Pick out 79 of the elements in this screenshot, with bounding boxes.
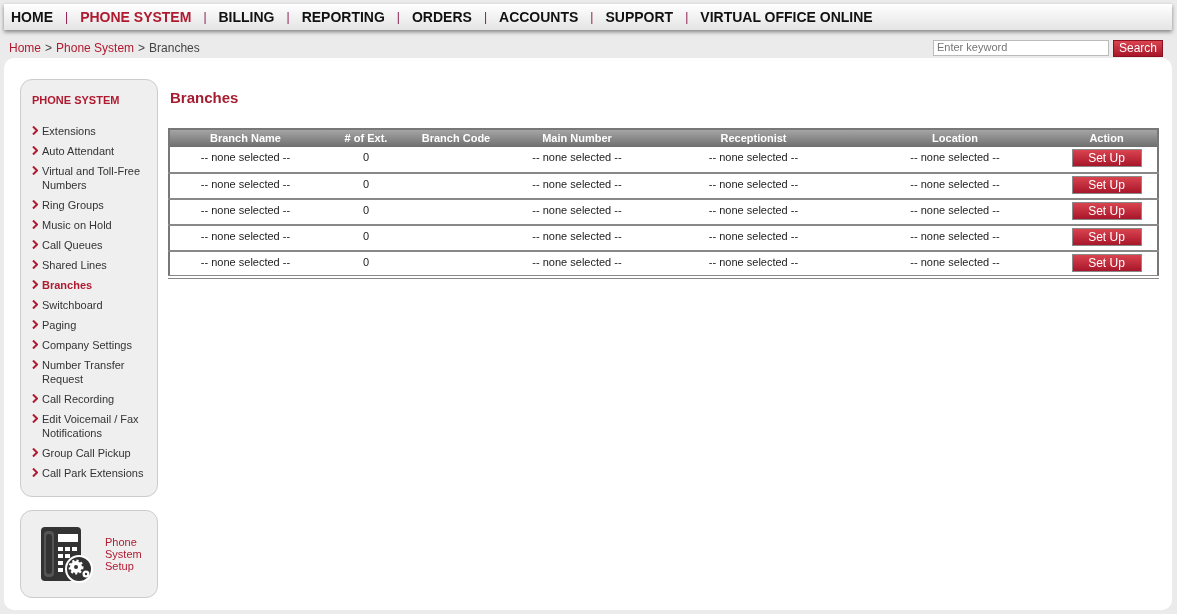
table-cell: -- none selected -- <box>169 198 321 225</box>
nav-separator: | <box>590 9 594 26</box>
table-cell: -- none selected -- <box>501 198 653 225</box>
sidebar-item[interactable]: Number Transfer Request <box>32 357 157 386</box>
table-cell: -- none selected -- <box>169 146 321 173</box>
setup-button[interactable]: Set Up <box>1071 148 1142 167</box>
table-cell: -- none selected -- <box>169 224 321 251</box>
nav-separator: | <box>483 9 487 26</box>
table-cell: -- none selected -- <box>854 198 1056 225</box>
sidebar-item[interactable]: Paging <box>32 317 157 332</box>
column-header: Receptionist <box>653 128 854 147</box>
table-cell: -- none selected -- <box>653 250 854 277</box>
sidebar-item[interactable]: Auto Attendant <box>32 143 157 158</box>
table-cell: 0 <box>321 250 411 277</box>
nav-link[interactable]: VIRTUAL OFFICE ONLINE <box>700 6 873 28</box>
nav-separator: | <box>685 9 689 26</box>
table-cell: 0 <box>321 198 411 225</box>
table-cell: 0 <box>321 224 411 251</box>
table-cell: 0 <box>321 146 411 173</box>
table-cell: -- none selected -- <box>501 224 653 251</box>
table-cell: -- none selected -- <box>653 146 854 173</box>
table-cell: 0 <box>321 172 411 199</box>
breadcrumb-current: Branches <box>149 40 200 57</box>
nav-link[interactable]: BILLING <box>218 6 275 28</box>
sidebar-item[interactable]: Call Park Extensions <box>32 465 157 480</box>
table-cell: -- none selected -- <box>653 224 854 251</box>
sidebar-item[interactable]: Shared Lines <box>32 257 157 272</box>
column-header: Main Number <box>501 128 653 147</box>
nav-link[interactable]: SUPPORT <box>605 6 674 28</box>
sidebar-item[interactable]: Switchboard <box>32 297 157 312</box>
setup-button[interactable]: Set Up <box>1071 201 1142 220</box>
table-cell: -- none selected -- <box>501 172 653 199</box>
breadcrumb-separator: > <box>138 40 146 57</box>
sidebar-item[interactable]: Music on Hold <box>32 217 157 232</box>
sidebar-title: PHONE SYSTEM <box>32 93 121 108</box>
sidebar-item[interactable]: Call Recording <box>32 391 157 406</box>
search-field[interactable]: Enter keyword <box>932 39 1109 56</box>
column-header: Action <box>1056 128 1158 147</box>
sidebar-item[interactable]: Company Settings <box>32 337 157 352</box>
sidebar-item[interactable]: Edit Voicemail / Fax Notifications <box>32 411 157 440</box>
column-header: # of Ext. <box>321 128 411 147</box>
setup-card[interactable]: Phone System Setup <box>20 509 158 598</box>
nav-separator: | <box>203 9 207 26</box>
nav-separator: | <box>65 9 69 26</box>
table-cell: -- none selected -- <box>854 250 1056 277</box>
nav-link[interactable]: ACCOUNTS <box>499 6 579 28</box>
sidebar-item[interactable]: Group Call Pickup <box>32 445 157 460</box>
sidebar-item[interactable]: Call Queues <box>32 237 157 252</box>
sidebar-item[interactable]: Virtual and Toll-Free Numbers <box>32 163 157 192</box>
setup-button[interactable]: Set Up <box>1071 175 1142 194</box>
table-cell: -- none selected -- <box>501 146 653 173</box>
table-cell: -- none selected -- <box>854 172 1056 199</box>
table-cell: -- none selected -- <box>854 224 1056 251</box>
sidebar-item[interactable]: Branches <box>32 277 157 292</box>
table-cell: -- none selected -- <box>854 146 1056 173</box>
column-header: Branch Name <box>169 128 321 147</box>
table-cell: -- none selected -- <box>169 250 321 277</box>
setup-button[interactable]: Set Up <box>1071 253 1142 272</box>
breadcrumb-link[interactable]: Home <box>9 39 41 57</box>
sidebar-item[interactable]: Ring Groups <box>32 197 157 212</box>
breadcrumb-separator: > <box>45 40 53 57</box>
nav-separator: | <box>396 9 400 26</box>
table-cell: -- none selected -- <box>169 172 321 199</box>
setup-link[interactable]: Phone System Setup <box>105 535 145 572</box>
table-cell: -- none selected -- <box>653 172 854 199</box>
breadcrumb-link[interactable]: Phone System <box>56 39 135 57</box>
search-button[interactable]: Search <box>1112 39 1163 57</box>
setup-button[interactable]: Set Up <box>1071 227 1142 246</box>
nav-link[interactable]: PHONE SYSTEM <box>80 6 192 28</box>
column-header: Branch Code <box>411 128 501 147</box>
nav-separator: | <box>286 9 290 26</box>
table-cell: -- none selected -- <box>653 198 854 225</box>
page-title: Branches <box>170 88 240 108</box>
table-cell: -- none selected -- <box>501 250 653 277</box>
sidebar-item[interactable]: Extensions <box>32 123 157 138</box>
nav-link[interactable]: HOME <box>11 6 53 28</box>
nav-link[interactable]: ORDERS <box>412 6 472 28</box>
column-header: Location <box>854 128 1056 147</box>
nav-link[interactable]: REPORTING <box>301 6 385 28</box>
